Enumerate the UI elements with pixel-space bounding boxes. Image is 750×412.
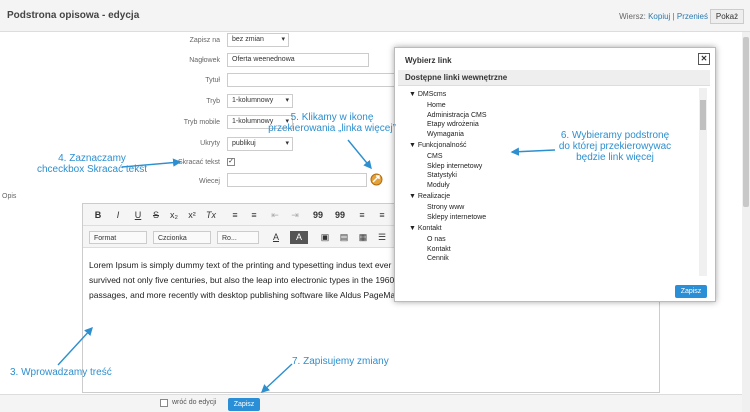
arrow-6 — [510, 147, 556, 156]
arrow-7 — [260, 363, 293, 393]
arrow-3 — [57, 326, 93, 366]
arrow-5 — [347, 139, 372, 170]
arrow-4 — [121, 158, 182, 168]
annotation-arrows — [57, 139, 556, 393]
